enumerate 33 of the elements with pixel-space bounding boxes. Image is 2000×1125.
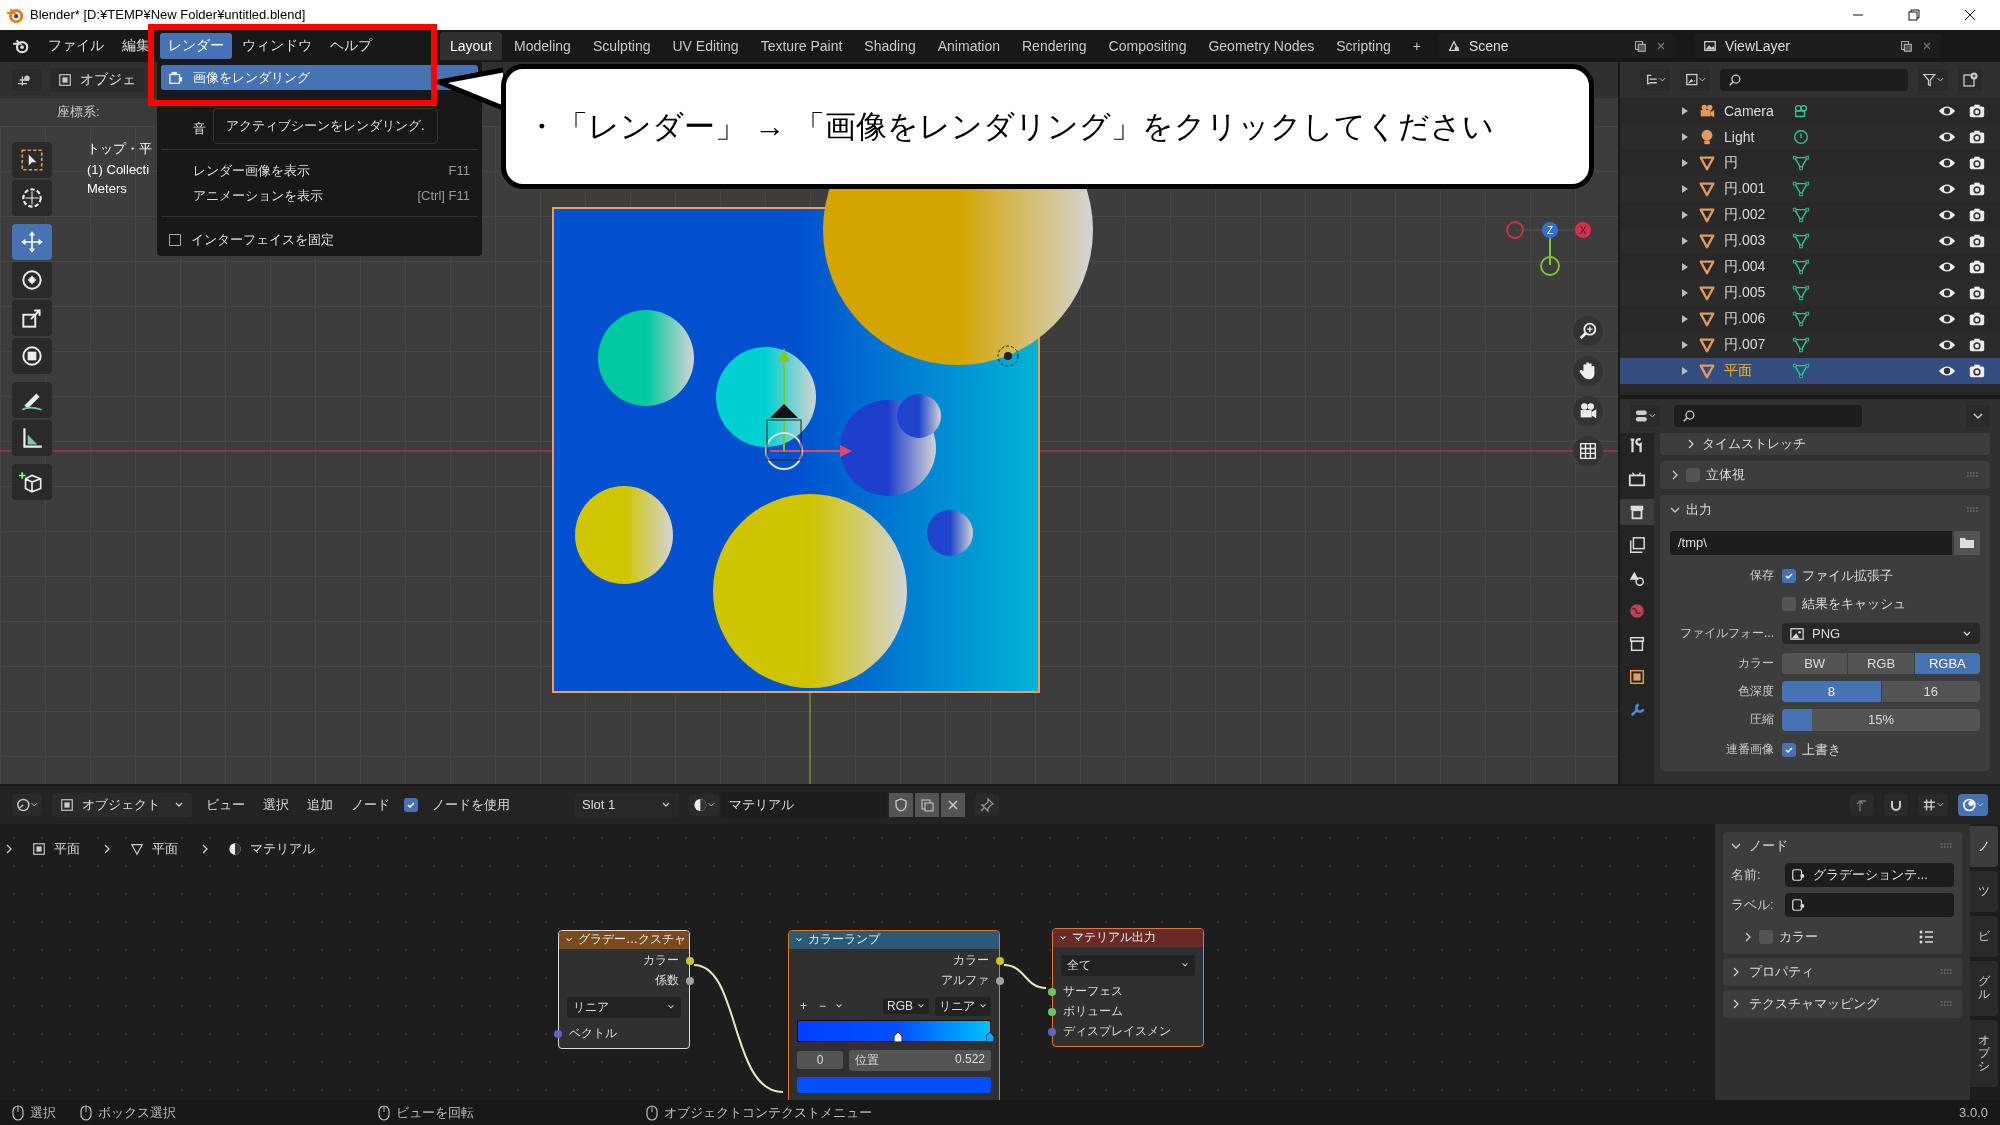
- window-title: Blender* [D:¥TEMP¥New Folder¥untitled.blend]: [30, 7, 306, 23]
- socket-label: カラー: [643, 952, 679, 970]
- status-hint: オブジェクトコンテクストメニュー: [664, 1103, 872, 1122]
- field-label: ラベル:: [1731, 895, 1775, 914]
- socket-label: カラー: [953, 952, 989, 970]
- z-axis-label: Z: [1546, 224, 1554, 236]
- socket-label: ベクトル: [569, 1025, 617, 1043]
- socket-label: ディスプレイスメン: [1063, 1023, 1171, 1041]
- status-hint: 選択: [30, 1103, 56, 1122]
- socket-label: アルファ: [941, 972, 989, 990]
- x-axis-label: X: [1579, 224, 1587, 236]
- field-label: 圧縮: [1749, 711, 1774, 729]
- status-hint: ボックス選択: [98, 1103, 176, 1122]
- field-label: 連番画像: [1725, 741, 1774, 759]
- socket-label: ボリューム: [1063, 1003, 1123, 1021]
- field-label: カラー: [1737, 655, 1774, 673]
- viewport-info-text: トップ・平: [87, 139, 152, 158]
- field-label: ファイルフォー...: [1679, 625, 1774, 643]
- status-hint: ビューを回転: [396, 1103, 474, 1122]
- orientation-label: 座標系:: [57, 102, 100, 121]
- socket-label: サーフェス: [1063, 983, 1123, 1001]
- shortcut-text: [Ctrl] F11: [417, 188, 470, 203]
- position-label: 位置: [855, 1051, 879, 1069]
- field-label: 色深度: [1737, 683, 1774, 701]
- field-label: 保存: [1749, 567, 1774, 585]
- field-label: 名前:: [1731, 865, 1762, 884]
- viewport-info-text: Meters: [87, 180, 128, 196]
- viewport-info-text: (1) Collecti: [87, 161, 151, 177]
- tooltip: アクティブシーンをレンダリング.: [213, 108, 438, 144]
- version-text: 3.0.0: [1959, 1105, 1988, 1120]
- slider-value: 15%: [1868, 712, 1894, 728]
- socket-label: 係数: [655, 972, 679, 990]
- shortcut-text: F11: [448, 163, 470, 178]
